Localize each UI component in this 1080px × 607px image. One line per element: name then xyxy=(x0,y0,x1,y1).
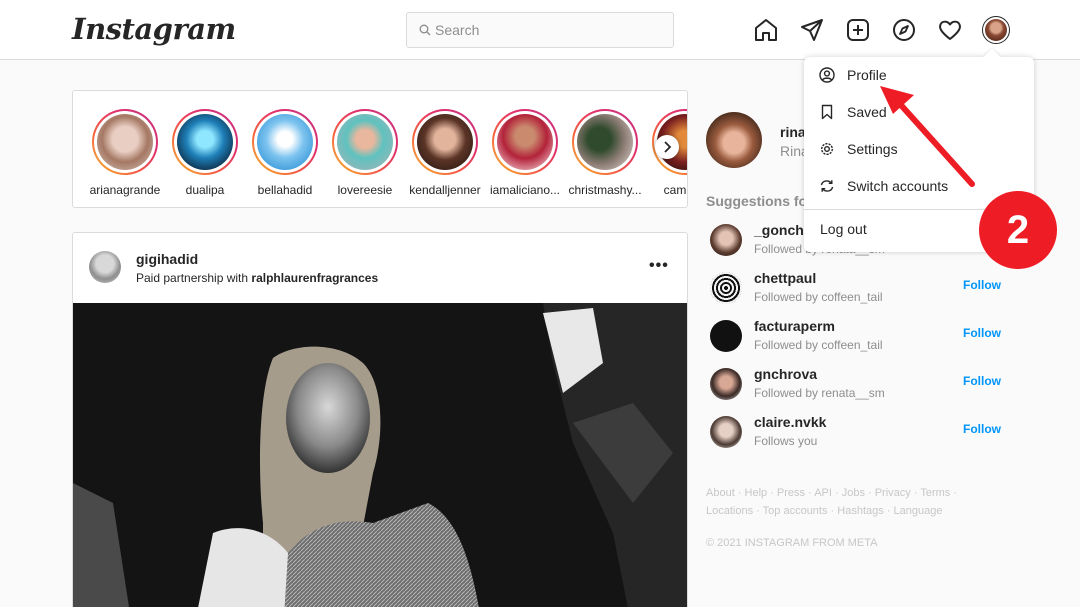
menu-item-saved[interactable]: Saved xyxy=(804,94,1034,131)
suggestion-subtext: Follows you xyxy=(754,434,818,448)
suggestion-username[interactable]: facturaperm xyxy=(754,318,835,334)
suggestion-item: claire.nvkk Follows you Follow xyxy=(706,412,1006,452)
story-item[interactable]: lovereesie xyxy=(325,109,405,197)
suggestion-username[interactable]: gnchrova xyxy=(754,366,817,382)
story-item[interactable]: bellahadid xyxy=(245,109,325,197)
profile-icon xyxy=(819,67,835,83)
copyright: © 2021 INSTAGRAM FROM META xyxy=(706,537,878,549)
feed-post: gigihadid Paid partnership with ralphlau… xyxy=(72,232,688,607)
follow-button[interactable]: Follow xyxy=(963,374,1001,388)
suggestion-item: chettpaul Followed by coffeen_tail Follo… xyxy=(706,268,1006,308)
menu-item-profile[interactable]: Profile xyxy=(804,57,1034,94)
story-item[interactable]: kendalljenner xyxy=(405,109,485,197)
partner-link[interactable]: ralphlaurenfragrances xyxy=(251,271,378,285)
suggestion-avatar[interactable] xyxy=(710,224,742,256)
suggestion-item: gnchrova Followed by renata__sm Follow xyxy=(706,364,1006,404)
story-avatar xyxy=(97,114,153,170)
explore-icon[interactable] xyxy=(891,17,917,43)
follow-button[interactable]: Follow xyxy=(963,278,1001,292)
stories-tray: arianagrande dualipa bellahadid loverees… xyxy=(72,90,688,208)
story-username: christmashy... xyxy=(568,183,642,197)
post-partnership-line: Paid partnership with ralphlaurenfragran… xyxy=(136,271,378,285)
profile-avatar[interactable] xyxy=(982,16,1010,44)
story-username: kendalljenner xyxy=(409,183,481,197)
menu-item-label: Switch accounts xyxy=(847,178,949,194)
suggestion-subtext: Followed by renata__sm xyxy=(754,386,885,400)
suggestion-username[interactable]: claire.nvkk xyxy=(754,414,826,430)
menu-item-settings[interactable]: Settings xyxy=(804,131,1034,168)
suggestion-item: facturaperm Followed by coffeen_tail Fol… xyxy=(706,316,1006,356)
story-item[interactable]: dualipa xyxy=(165,109,245,197)
partnership-prefix: Paid partnership with xyxy=(136,271,252,285)
story-username: arianagrande xyxy=(89,183,161,197)
post-author-username[interactable]: gigihadid xyxy=(136,251,198,267)
menu-item-label: Profile xyxy=(847,67,887,83)
story-username: lovereesie xyxy=(337,183,393,197)
suggestion-avatar[interactable] xyxy=(710,320,742,352)
instagram-logo[interactable]: Instagram xyxy=(72,12,236,46)
top-nav-bar: Instagram xyxy=(0,0,1080,60)
story-avatar xyxy=(257,114,313,170)
stories-next-button[interactable] xyxy=(655,135,679,159)
story-item[interactable]: arianagrande xyxy=(85,109,165,197)
story-username: dualipa xyxy=(185,183,225,197)
my-username[interactable]: rina xyxy=(780,124,806,140)
suggestion-avatar[interactable] xyxy=(710,416,742,448)
menu-item-logout[interactable]: Log out xyxy=(820,221,867,237)
suggestion-subtext: Followed by coffeen_tail xyxy=(754,338,883,352)
home-icon[interactable] xyxy=(753,17,779,43)
search-input[interactable] xyxy=(435,20,665,40)
follow-button[interactable]: Follow xyxy=(963,422,1001,436)
story-username: iamaliciano... xyxy=(489,183,561,197)
menu-item-label: Saved xyxy=(847,104,887,120)
switch-accounts-icon xyxy=(820,180,834,192)
chevron-right-icon xyxy=(664,141,672,153)
bookmark-icon xyxy=(821,104,833,120)
story-item[interactable]: iamaliciano... xyxy=(485,109,565,197)
story-username: bellahadid xyxy=(257,183,313,197)
story-avatar xyxy=(177,114,233,170)
settings-gear-icon xyxy=(820,142,834,156)
post-image[interactable] xyxy=(73,303,687,607)
story-avatar xyxy=(337,114,393,170)
story-avatar xyxy=(417,114,473,170)
story-avatar xyxy=(577,114,633,170)
story-item[interactable]: christmashy... xyxy=(565,109,645,197)
footer-links[interactable]: About · Help · Press · API · Jobs · Priv… xyxy=(706,484,1006,520)
menu-item-label: Settings xyxy=(847,141,898,157)
suggestion-avatar[interactable] xyxy=(710,272,742,304)
post-more-options-button[interactable]: ••• xyxy=(649,257,669,275)
suggestion-username[interactable]: chettpaul xyxy=(754,270,816,286)
direct-message-icon[interactable] xyxy=(799,17,825,43)
search-icon xyxy=(419,24,431,36)
new-post-icon[interactable] xyxy=(845,17,871,43)
post-author-avatar[interactable] xyxy=(89,251,121,283)
suggestion-avatar[interactable] xyxy=(710,368,742,400)
suggestion-subtext: Followed by coffeen_tail xyxy=(754,290,883,304)
step-number-badge: 2 xyxy=(979,191,1057,269)
story-username: cambria xyxy=(663,183,687,197)
suggestions-title: Suggestions for xyxy=(706,193,813,209)
follow-button[interactable]: Follow xyxy=(963,326,1001,340)
my-profile-avatar[interactable] xyxy=(706,112,762,168)
activity-heart-icon[interactable] xyxy=(937,17,963,43)
story-avatar xyxy=(497,114,553,170)
post-photo xyxy=(73,303,687,607)
suggestion-username[interactable]: _goncha xyxy=(754,222,812,238)
search-box[interactable] xyxy=(406,12,674,48)
